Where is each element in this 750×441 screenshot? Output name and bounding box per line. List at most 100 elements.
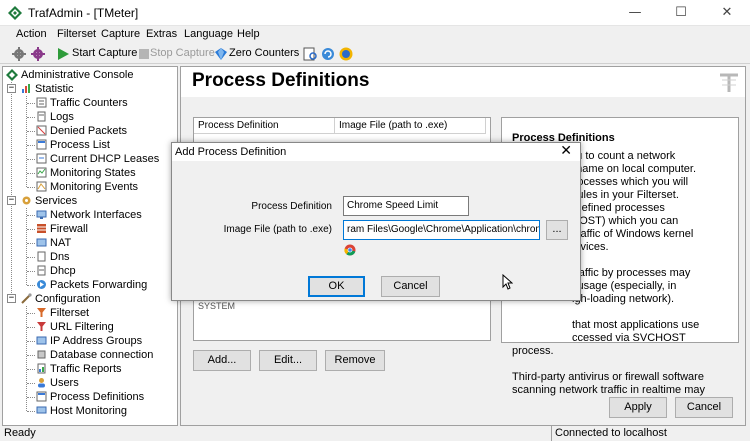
mouse-cursor-icon bbox=[502, 274, 513, 290]
info-line: process. bbox=[512, 345, 554, 357]
menu-extras[interactable]: Extras bbox=[146, 28, 177, 40]
tree-item-host-monitoring[interactable]: Host Monitoring bbox=[50, 404, 127, 418]
tree-branch bbox=[27, 187, 35, 188]
traffic-counters-icon bbox=[36, 97, 47, 108]
menu-language[interactable]: Language bbox=[184, 28, 233, 40]
process-definition-label: Process Definition bbox=[251, 201, 332, 212]
ip-address-groups-icon bbox=[36, 336, 47, 345]
menu-filterset[interactable]: Filterset bbox=[57, 28, 96, 40]
tree-item-nat[interactable]: NAT bbox=[50, 236, 71, 250]
start-capture-button[interactable]: Start Capture bbox=[72, 47, 137, 59]
title-bar: TrafAdmin - [TMeter] — ☐ ✕ bbox=[0, 0, 750, 26]
remove-button[interactable]: Remove bbox=[325, 350, 385, 371]
tree-item-process-definitions[interactable]: Process Definitions bbox=[50, 390, 144, 404]
nat-icon bbox=[36, 238, 47, 247]
tree-item-url-filtering[interactable]: URL Filtering bbox=[50, 320, 114, 334]
window-title: TrafAdmin - [TMeter] bbox=[28, 6, 139, 20]
statistic-icon bbox=[22, 84, 30, 93]
logs-icon bbox=[37, 111, 46, 122]
menu-help[interactable]: Help bbox=[237, 28, 260, 40]
info-line: scanning network traffic in realtime may bbox=[512, 384, 705, 396]
tree-line bbox=[26, 306, 27, 411]
filterset-funnel-icon bbox=[37, 308, 46, 317]
image-file-field[interactable]: ram Files\Google\Chrome\Application\chro… bbox=[343, 220, 540, 240]
dns-icon bbox=[37, 251, 46, 262]
tree-branch bbox=[27, 117, 35, 118]
tmeter-logo-icon bbox=[720, 73, 738, 92]
cancel-button[interactable]: Cancel bbox=[675, 397, 733, 418]
collapse-statistic-toggle[interactable]: − bbox=[7, 84, 16, 93]
tree-item-filterset[interactable]: Filterset bbox=[50, 306, 89, 320]
configuration-tools-icon bbox=[21, 293, 32, 304]
maximize-button[interactable]: ☐ bbox=[658, 0, 704, 26]
tree-branch bbox=[27, 411, 35, 412]
stop-capture-button[interactable]: Stop Capture bbox=[150, 47, 215, 59]
tree-item-dns[interactable]: Dns bbox=[50, 250, 70, 264]
tree-item-network-interfaces[interactable]: Network Interfaces bbox=[50, 208, 142, 222]
tree-branch bbox=[27, 355, 35, 356]
monitoring-states-icon bbox=[36, 167, 47, 178]
column-header-image-file[interactable]: Image File (path to .exe) bbox=[335, 118, 486, 134]
close-window-button[interactable]: ✕ bbox=[704, 0, 750, 26]
console-root-icon bbox=[6, 69, 18, 81]
collapse-services-toggle[interactable]: − bbox=[7, 196, 16, 205]
info-line: Third-party antivirus or firewall softwa… bbox=[512, 371, 704, 383]
log-viewer-icon[interactable] bbox=[302, 46, 318, 62]
tree-branch bbox=[27, 159, 35, 160]
minimize-button[interactable]: — bbox=[612, 0, 658, 26]
list-row[interactable]: SYSTEM bbox=[198, 301, 235, 311]
network-interfaces-icon bbox=[36, 210, 47, 219]
tree-group-services[interactable]: Services bbox=[35, 194, 77, 208]
tree-item-logs[interactable]: Logs bbox=[50, 110, 74, 124]
process-definition-field[interactable]: Chrome Speed Limit bbox=[343, 196, 469, 216]
refresh-icon[interactable] bbox=[320, 46, 336, 62]
browse-button[interactable]: ... bbox=[546, 220, 568, 240]
edit-button[interactable]: Edit... bbox=[259, 350, 317, 371]
dialog-ok-button[interactable]: OK bbox=[308, 276, 365, 297]
play-icon[interactable] bbox=[55, 46, 71, 62]
tree-branch bbox=[27, 229, 35, 230]
tree-item-traffic-reports[interactable]: Traffic Reports bbox=[50, 362, 122, 376]
packets-forwarding-icon bbox=[37, 280, 46, 289]
tree-branch bbox=[27, 103, 35, 104]
tree-item-monitoring-states[interactable]: Monitoring States bbox=[50, 166, 136, 180]
dialog-close-button[interactable]: ✕ bbox=[560, 143, 572, 159]
tree-item-ip-address-groups[interactable]: IP Address Groups bbox=[50, 334, 142, 348]
tree-group-configuration[interactable]: Configuration bbox=[35, 292, 100, 306]
tree-item-process-list[interactable]: Process List bbox=[50, 138, 110, 152]
tree-item-database-connection[interactable]: Database connection bbox=[50, 348, 153, 362]
zero-counters-button[interactable]: Zero Counters bbox=[229, 47, 299, 59]
tree-line bbox=[11, 82, 12, 299]
add-process-definition-dialog: Add Process Definition ✕ Process Definit… bbox=[171, 142, 581, 301]
tree-branch bbox=[27, 313, 35, 314]
help-icon[interactable] bbox=[338, 46, 354, 62]
tree-item-administrative-console[interactable]: Administrative Console bbox=[21, 68, 134, 82]
services-gear-icon bbox=[22, 196, 31, 205]
tree-item-monitoring-events[interactable]: Monitoring Events bbox=[50, 180, 138, 194]
tree-item-firewall[interactable]: Firewall bbox=[50, 222, 88, 236]
tree-item-packets-forwarding[interactable]: Packets Forwarding bbox=[50, 278, 147, 292]
tree-branch bbox=[27, 271, 35, 272]
dialog-cancel-button[interactable]: Cancel bbox=[381, 276, 440, 297]
diamond-icon[interactable] bbox=[213, 46, 229, 62]
url-filtering-icon bbox=[37, 322, 46, 331]
settings-icon[interactable] bbox=[11, 46, 27, 62]
menu-capture[interactable]: Capture bbox=[101, 28, 140, 40]
apply-button[interactable]: Apply bbox=[609, 397, 667, 418]
tree-group-statistic[interactable]: Statistic bbox=[35, 82, 74, 96]
tree-item-traffic-counters[interactable]: Traffic Counters bbox=[50, 96, 128, 110]
tree-item-denied-packets[interactable]: Denied Packets bbox=[50, 124, 127, 138]
network-settings-icon[interactable] bbox=[30, 46, 46, 62]
column-header-process-definition[interactable]: Process Definition bbox=[194, 118, 335, 134]
traffic-reports-icon bbox=[37, 363, 46, 374]
tree-item-dhcp[interactable]: Dhcp bbox=[50, 264, 76, 278]
collapse-configuration-toggle[interactable]: − bbox=[7, 294, 16, 303]
dialog-title: Add Process Definition bbox=[175, 146, 287, 158]
tree-item-current-dhcp-leases[interactable]: Current DHCP Leases bbox=[50, 152, 159, 166]
add-button[interactable]: Add... bbox=[193, 350, 251, 371]
dialog-title-bar: Add Process Definition ✕ bbox=[172, 143, 580, 161]
tree-item-users[interactable]: Users bbox=[50, 376, 79, 390]
dhcp-leases-icon bbox=[36, 153, 47, 164]
menu-action[interactable]: Action bbox=[16, 28, 47, 40]
tree-branch bbox=[27, 383, 35, 384]
